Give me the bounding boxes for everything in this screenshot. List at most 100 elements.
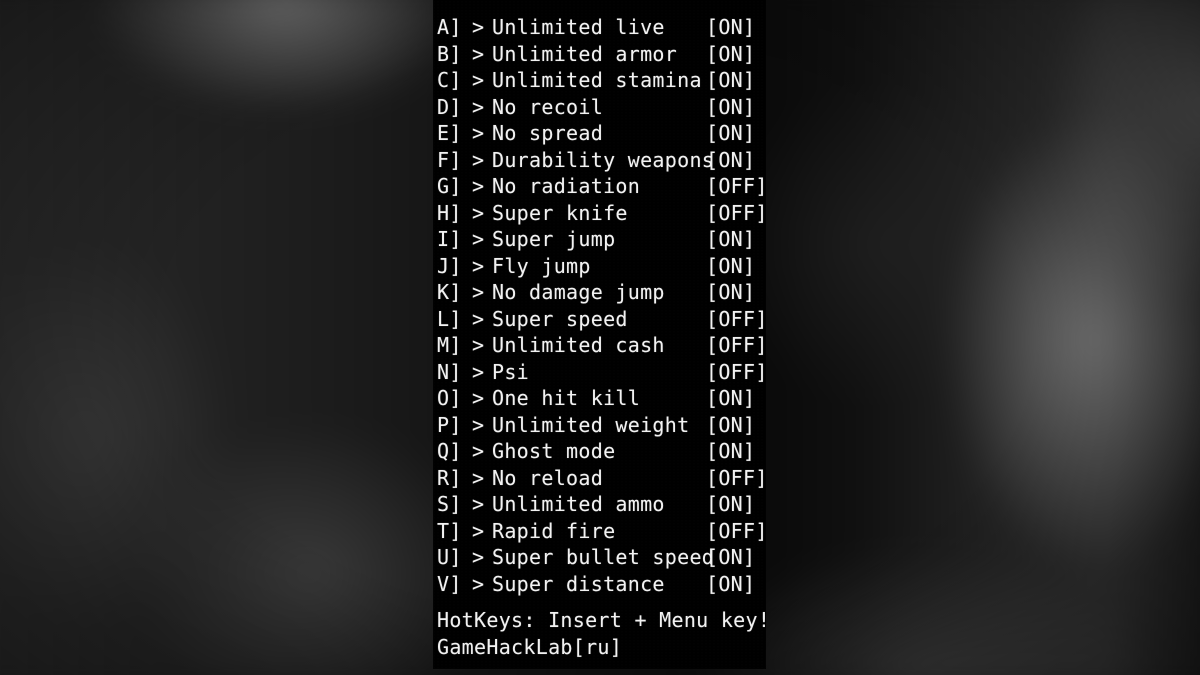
cheat-hotkey-label: R] [437,465,462,490]
cheat-row[interactable]: N] > Psi [OFF] [434,359,765,386]
chevron-right-icon: > [472,412,485,437]
cheat-name-label: Rapid fire [492,518,616,543]
cheat-name-label: Fly jump [492,253,591,278]
cheat-hotkey-label: F] [437,147,462,172]
cheat-hotkey-label: Q] [437,439,462,463]
chevron-right-icon: > [472,280,485,304]
cheat-status-badge[interactable]: [ON] [706,94,755,121]
cheat-hotkey-label: O] [437,386,462,410]
cheat-status-badge[interactable]: [ON] [706,491,755,518]
cheat-status-badge[interactable]: [ON] [706,41,755,68]
cheat-name-label: Unlimited live [492,15,665,39]
cheat-row[interactable]: I] > Super jump [ON] [434,226,765,253]
cheat-status-badge[interactable]: [OFF] [706,332,765,359]
cheat-status-badge[interactable]: [ON] [706,120,755,147]
cheat-hotkey-label: D] [437,94,462,119]
cheat-row[interactable]: R] > No reload [OFF] [434,465,765,492]
chevron-right-icon: > [472,386,485,410]
cheat-row[interactable]: C] > Unlimited stamina [ON] [434,67,765,94]
cheat-status-badge[interactable]: [OFF] [706,306,765,333]
chevron-right-icon: > [472,571,485,596]
cheat-status-badge[interactable]: [ON] [706,571,755,598]
chevron-right-icon: > [472,333,485,357]
cheat-name-label: Unlimited ammo [492,492,665,516]
cheat-name-label: Ghost mode [492,439,616,463]
chevron-right-icon: > [472,174,485,198]
cheat-row[interactable]: K] > No damage jump [ON] [434,279,765,306]
cheat-row[interactable]: H] > Super knife [OFF] [434,200,765,227]
cheat-row[interactable]: Q] > Ghost mode [ON] [434,438,765,465]
cheat-name-label: No damage jump [492,280,665,304]
cheat-row[interactable]: L] > Super speed [OFF] [434,306,765,333]
cheat-row[interactable]: T] > Rapid fire [OFF] [434,518,765,545]
cheat-hotkey-label: C] [437,68,462,92]
cheat-option-list: A] > Unlimited live [ON] B] > Unlimited armor [… [434,0,765,597]
cheat-hotkey-label: K] [437,280,462,304]
cheat-hotkey-label: V] [437,571,462,596]
cheat-hotkey-label: A] [437,15,462,39]
cheat-hotkey-label: E] [437,121,462,145]
cheat-hotkey-label: G] [437,174,462,198]
cheat-hotkey-label: J] [437,253,462,278]
cheat-row[interactable]: A] > Unlimited live [ON] [434,14,765,41]
cheat-name-label: Super jump [492,227,616,251]
cheat-row[interactable]: P] > Unlimited weight [ON] [434,412,765,439]
cheat-status-badge[interactable]: [OFF] [706,173,765,200]
cheat-status-badge[interactable]: [ON] [706,412,755,439]
cheat-name-label: Unlimited stamina [492,68,702,92]
cheat-hotkey-label: L] [437,306,462,331]
cheat-status-badge[interactable]: [OFF] [706,465,765,492]
cheat-row[interactable]: M] > Unlimited cash [OFF] [434,332,765,359]
cheat-hotkey-label: S] [437,492,462,516]
cheat-status-badge[interactable]: [ON] [706,544,755,571]
cheat-row[interactable]: V] > Super distance [ON] [434,571,765,598]
cheat-row[interactable]: D] > No recoil [ON] [434,94,765,121]
trainer-overlay-panel: A] > Unlimited live [ON] B] > Unlimited armor [… [434,0,765,668]
chevron-right-icon: > [472,41,485,66]
cheat-hotkey-label: P] [437,412,462,437]
chevron-right-icon: > [472,227,485,251]
chevron-right-icon: > [472,306,485,331]
cheat-row[interactable]: J] > Fly jump [ON] [434,253,765,280]
chevron-right-icon: > [472,94,485,119]
cheat-status-badge[interactable]: [ON] [706,253,755,280]
cheat-row[interactable]: E] > No spread [ON] [434,120,765,147]
cheat-hotkey-label: B] [437,41,462,66]
chevron-right-icon: > [472,359,485,384]
cheat-hotkey-label: T] [437,518,462,543]
cheat-status-badge[interactable]: [OFF] [706,359,765,386]
cheat-row[interactable]: G] > No radiation [OFF] [434,173,765,200]
cheat-status-badge[interactable]: [OFF] [706,200,765,227]
chevron-right-icon: > [472,465,485,490]
cheat-name-label: One hit kill [492,386,641,410]
cheat-status-badge[interactable]: [ON] [706,385,755,412]
cheat-hotkey-label: H] [437,200,462,225]
cheat-status-badge[interactable]: [ON] [706,14,755,41]
cheat-row[interactable]: F] > Durability weapons [ON] [434,147,765,174]
cheat-hotkey-label: U] [437,545,462,569]
cheat-status-badge[interactable]: [ON] [706,67,755,94]
cheat-status-badge[interactable]: [ON] [706,147,755,174]
cheat-name-label: Super distance [492,571,665,596]
cheat-hotkey-label: N] [437,359,462,384]
cheat-row[interactable]: O] > One hit kill [ON] [434,385,765,412]
chevron-right-icon: > [472,253,485,278]
chevron-right-icon: > [472,121,485,145]
cheat-hotkey-label: I] [437,227,462,251]
cheat-name-label: No recoil [492,94,604,119]
chevron-right-icon: > [472,200,485,225]
cheat-name-label: Super bullet speed [492,545,715,569]
cheat-status-badge[interactable]: [ON] [706,226,755,253]
chevron-right-icon: > [472,518,485,543]
chevron-right-icon: > [472,15,485,39]
cheat-status-badge[interactable]: [ON] [706,438,755,465]
cheat-row[interactable]: B] > Unlimited armor [ON] [434,41,765,68]
chevron-right-icon: > [472,68,485,92]
cheat-name-label: Psi [492,359,530,384]
cheat-status-badge[interactable]: [ON] [706,279,755,306]
overlay-footer: HotKeys: Insert + Menu key! GameHackLab[… [434,607,765,661]
cheat-status-badge[interactable]: [OFF] [706,518,765,545]
cheat-row[interactable]: U] > Super bullet speed [ON] [434,544,765,571]
cheat-name-label: Unlimited weight [492,412,690,437]
cheat-row[interactable]: S] > Unlimited ammo [ON] [434,491,765,518]
